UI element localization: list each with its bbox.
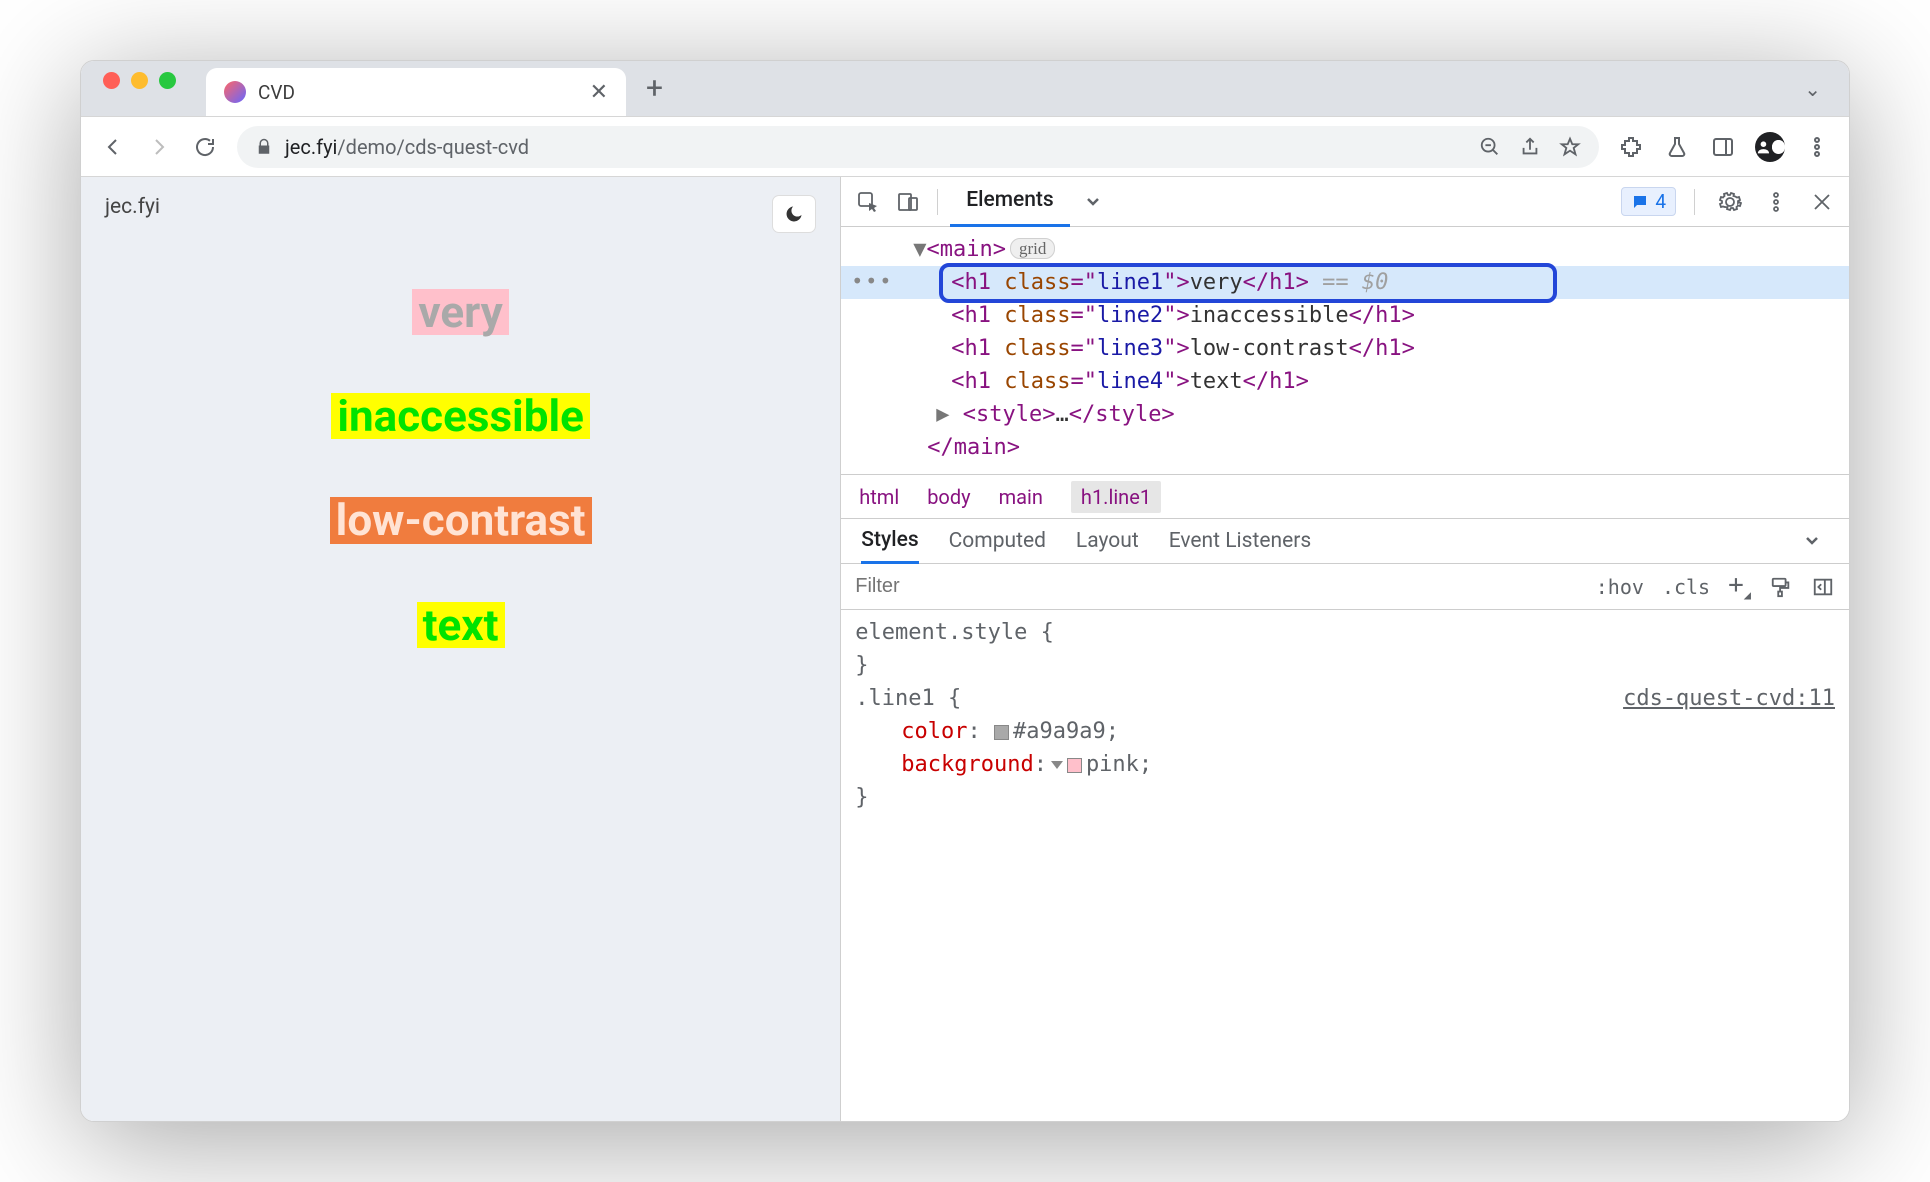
dom-node-main-open[interactable]: ▼<main>grid (841, 233, 1849, 266)
favicon-icon (224, 81, 246, 103)
devtools-close-icon[interactable] (1805, 185, 1839, 219)
back-button[interactable] (99, 133, 127, 161)
dom-node-h1-line1[interactable]: •••<h1 class="line1">very</h1> == $0 (841, 266, 1849, 299)
rule-source-link[interactable]: cds-quest-cvd:11 (1623, 682, 1835, 715)
tab-layout[interactable]: Layout (1076, 529, 1139, 553)
tab-title: CVD (258, 81, 295, 104)
theme-toggle-button[interactable] (772, 195, 816, 233)
word-low-contrast: low-contrast (330, 497, 592, 543)
close-window-button[interactable] (103, 72, 120, 89)
decl-background[interactable]: background:pink; (855, 748, 1835, 781)
node-actions-icon[interactable]: ••• (851, 266, 893, 296)
tab-styles[interactable]: Styles (861, 518, 918, 564)
word-very: very (412, 289, 508, 335)
browser-tab[interactable]: CVD ✕ (206, 68, 626, 116)
breadcrumb-main[interactable]: main (999, 485, 1043, 509)
paint-icon[interactable] (1769, 576, 1793, 598)
page-brand: jec.fyi (105, 195, 816, 219)
styles-panel-tabs: Styles Computed Layout Event Listeners (841, 518, 1849, 564)
tab-computed[interactable]: Computed (949, 529, 1046, 553)
new-style-rule-icon[interactable]: +◢ (1728, 570, 1751, 602)
dom-node-h1-line4[interactable]: <h1 class="line4">text</h1> (841, 365, 1849, 398)
device-toolbar-icon[interactable] (891, 185, 925, 219)
content-area: jec.fyi very inaccessible low-contrast t… (81, 177, 1849, 1121)
dom-breadcrumb[interactable]: html body main h1.line1 (841, 474, 1849, 518)
divider (937, 189, 938, 215)
dom-node-style[interactable]: ▶ <style>…</style> (841, 398, 1849, 431)
browser-window: CVD ✕ + ⌄ jec.fyi/demo/cds-quest-cvd jec… (80, 60, 1850, 1122)
reload-button[interactable] (191, 133, 219, 161)
rule-element-style[interactable]: element.style { (855, 616, 1835, 649)
breadcrumb-body[interactable]: body (927, 485, 970, 509)
rendered-page: jec.fyi very inaccessible low-contrast t… (81, 177, 841, 1121)
devtools-kebab-icon[interactable] (1759, 185, 1793, 219)
styles-filter-input[interactable] (855, 575, 1195, 598)
rule-line1[interactable]: cds-quest-cvd:11.line1 { (855, 682, 1835, 715)
bookmark-icon[interactable] (1559, 136, 1581, 158)
tab-event-listeners[interactable]: Event Listeners (1169, 529, 1311, 553)
new-tab-button[interactable]: + (626, 71, 683, 106)
dom-tree[interactable]: ▼<main>grid •••<h1 class="line1">very</h… (841, 227, 1849, 474)
dom-node-main-close[interactable]: </main> (841, 431, 1849, 464)
styles-filter-bar: :hov .cls +◢ (841, 564, 1849, 610)
sidepanel-icon[interactable] (1709, 133, 1737, 161)
more-tabs-icon[interactable] (1076, 185, 1110, 219)
styles-rules[interactable]: element.style { } cds-quest-cvd:11.line1… (841, 610, 1849, 1121)
grid-badge[interactable]: grid (1010, 238, 1055, 259)
cls-toggle[interactable]: .cls (1662, 575, 1710, 599)
forward-button[interactable] (145, 133, 173, 161)
word-text: text (417, 602, 505, 648)
issues-count: 4 (1655, 190, 1666, 213)
breadcrumb-h1-line1[interactable]: h1.line1 (1071, 481, 1161, 513)
devtools-tabs: Elements 4 (841, 177, 1849, 227)
issues-chip[interactable]: 4 (1621, 187, 1676, 216)
maximize-window-button[interactable] (159, 72, 176, 89)
profile-avatar[interactable] (1755, 132, 1785, 162)
minimize-window-button[interactable] (131, 72, 148, 89)
decl-color[interactable]: color: #a9a9a9; (855, 715, 1835, 748)
demo-words: very inaccessible low-contrast text (105, 289, 816, 648)
color-swatch[interactable] (994, 725, 1009, 740)
tab-close-icon[interactable]: ✕ (590, 80, 608, 105)
word-inaccessible: inaccessible (331, 393, 589, 439)
moon-icon (784, 204, 804, 224)
titlebar: CVD ✕ + ⌄ (81, 61, 1849, 117)
hov-toggle[interactable]: :hov (1596, 575, 1644, 599)
browser-toolbar: jec.fyi/demo/cds-quest-cvd (81, 117, 1849, 177)
color-swatch[interactable] (1067, 758, 1082, 773)
issues-icon (1631, 193, 1649, 211)
more-styles-tabs-icon[interactable] (1795, 524, 1829, 558)
inspect-element-icon[interactable] (851, 185, 885, 219)
expand-shorthand-icon[interactable] (1051, 761, 1063, 769)
computed-sidebar-icon[interactable] (1811, 576, 1835, 598)
tabs-dropdown-icon[interactable]: ⌄ (1776, 77, 1849, 101)
window-controls (81, 72, 196, 105)
rule-brace: } (855, 781, 1835, 814)
devtools-panel: Elements 4 ▼<main>grid •••<h1 class="lin… (841, 177, 1849, 1121)
extensions-icon[interactable] (1617, 133, 1645, 161)
share-icon[interactable] (1519, 136, 1541, 158)
divider (1694, 189, 1695, 215)
lock-icon (255, 138, 273, 156)
labs-icon[interactable] (1663, 133, 1691, 161)
dom-node-h1-line2[interactable]: <h1 class="line2">inaccessible</h1> (841, 299, 1849, 332)
dom-node-h1-line3[interactable]: <h1 class="line3">low-contrast</h1> (841, 332, 1849, 365)
settings-icon[interactable] (1713, 185, 1747, 219)
zoom-icon[interactable] (1479, 136, 1501, 158)
breadcrumb-html[interactable]: html (859, 485, 899, 509)
url-text: jec.fyi/demo/cds-quest-cvd (285, 135, 529, 159)
rule-brace: } (855, 649, 1835, 682)
tab-elements[interactable]: Elements (950, 177, 1070, 227)
kebab-menu-icon[interactable] (1803, 133, 1831, 161)
address-bar[interactable]: jec.fyi/demo/cds-quest-cvd (237, 126, 1599, 168)
